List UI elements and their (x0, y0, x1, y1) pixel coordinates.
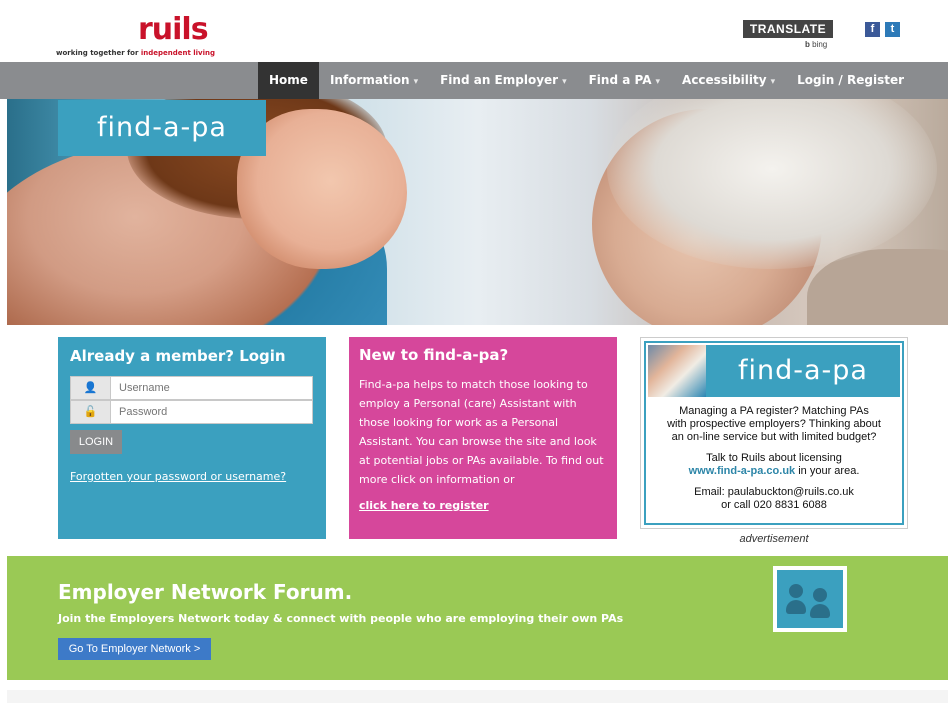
ad-phone-line: or call 020 8831 6088 (721, 499, 827, 511)
person-body-icon (810, 604, 830, 618)
hero-brand-label: find-a-pa (58, 100, 266, 156)
nav-label-find-employer: Find an Employer (440, 73, 559, 87)
nav-item-information[interactable]: Information ▾ (319, 62, 429, 99)
people-icon (773, 566, 847, 632)
password-field[interactable]: 🔓 (70, 400, 313, 424)
advertisement-brand: find-a-pa (706, 345, 900, 397)
forum-title: Employer Network Forum. (58, 580, 353, 604)
site-header: ruils working together for independent l… (0, 0, 948, 62)
logo-tagline-highlight: independent living (140, 49, 216, 57)
password-input[interactable] (115, 403, 305, 421)
lock-icon: 🔓 (71, 401, 111, 423)
logo-tagline-prefix: working together for (56, 49, 141, 57)
ad-line-5-suffix: in your area. (795, 465, 860, 477)
person-head-icon (789, 584, 803, 598)
chevron-down-icon: ▾ (770, 77, 776, 87)
ad-website-link[interactable]: www.find-a-pa.co.uk (689, 465, 796, 477)
translate-button[interactable]: TRANSLATE (743, 20, 833, 38)
advertisement-caption: advertisement (739, 533, 809, 545)
bing-icon: b (805, 40, 810, 49)
username-field[interactable]: 👤 (70, 376, 313, 400)
person-body-icon (786, 600, 806, 614)
ad-line-5: www.find-a-pa.co.uk in your area. (648, 465, 900, 478)
advertisement-photo (648, 345, 706, 397)
ad-spacer (648, 478, 900, 486)
forgot-password-link[interactable]: Forgotten your password or username? (70, 470, 286, 483)
new-user-title: New to find-a-pa? (359, 346, 509, 364)
nav-label-home: Home (269, 73, 308, 87)
facebook-icon[interactable]: f (865, 22, 880, 37)
bing-label: b bing (805, 40, 827, 49)
user-icon: 👤 (71, 377, 111, 399)
register-link[interactable]: click here to register (359, 499, 489, 512)
nav-items: Home Information ▾ Find an Employer ▾ Find… (258, 62, 915, 99)
main-nav: Home Information ▾ Find an Employer ▾ Find… (0, 62, 948, 99)
advertisement-text: Managing a PA register? Matching PAs wit… (648, 405, 900, 512)
advertisement-frame: find-a-pa Managing a PA register? Matchi… (644, 341, 904, 525)
login-title: Already a member? Login (70, 347, 286, 365)
logo-wordmark: ruils (138, 12, 209, 47)
ad-line-3: an on-line service but with limited budg… (671, 431, 877, 443)
ad-spacer (648, 444, 900, 452)
twitter-icon[interactable]: t (885, 22, 900, 37)
employer-network-button[interactable]: Go To Employer Network > (58, 638, 211, 660)
people-icon-tile (777, 570, 843, 628)
nav-item-find-employer[interactable]: Find an Employer ▾ (429, 62, 578, 99)
login-button[interactable]: LOGIN (70, 430, 122, 454)
new-user-panel: New to find-a-pa? Find-a-pa helps to mat… (349, 337, 617, 539)
chevron-down-icon: ▾ (562, 77, 567, 87)
person-head-icon (813, 588, 827, 602)
employer-forum-banner: Employer Network Forum. Join the Employe… (7, 556, 948, 680)
username-input[interactable] (115, 379, 305, 397)
nav-item-login-register[interactable]: Login / Register (786, 62, 915, 99)
chevron-down-icon: ▾ (655, 77, 661, 87)
ad-email-line: Email: paulabuckton@ruils.co.uk (694, 486, 854, 498)
nav-label-information: Information (329, 73, 410, 87)
new-user-description: Find-a-pa helps to match those looking t… (359, 378, 604, 486)
forum-subtitle: Join the Employers Network today & conne… (58, 612, 624, 625)
logo-tagline: working together for independent living (56, 49, 215, 57)
nav-item-home[interactable]: Home (258, 62, 319, 99)
nav-label-accessibility: Accessibility (682, 73, 767, 87)
nav-label-login-register: Login / Register (797, 73, 905, 87)
nav-label-find-pa: Find a PA (588, 73, 652, 87)
footer-divider (7, 690, 948, 703)
ruils-logo[interactable]: ruils working together for independent l… (56, 14, 236, 60)
ad-line-1: Managing a PA register? Matching PAs (679, 405, 869, 417)
advertisement-box[interactable]: find-a-pa Managing a PA register? Matchi… (640, 337, 908, 529)
ad-line-2: with prospective employers? Thinking abo… (667, 418, 881, 430)
chevron-down-icon: ▾ (413, 77, 419, 87)
page: ruils working together for independent l… (0, 0, 948, 703)
nav-item-accessibility[interactable]: Accessibility ▾ (671, 62, 786, 99)
nav-item-find-pa[interactable]: Find a PA ▾ (578, 62, 671, 99)
bing-text: bing (812, 40, 828, 49)
ad-line-4: Talk to Ruils about licensing (706, 452, 842, 464)
